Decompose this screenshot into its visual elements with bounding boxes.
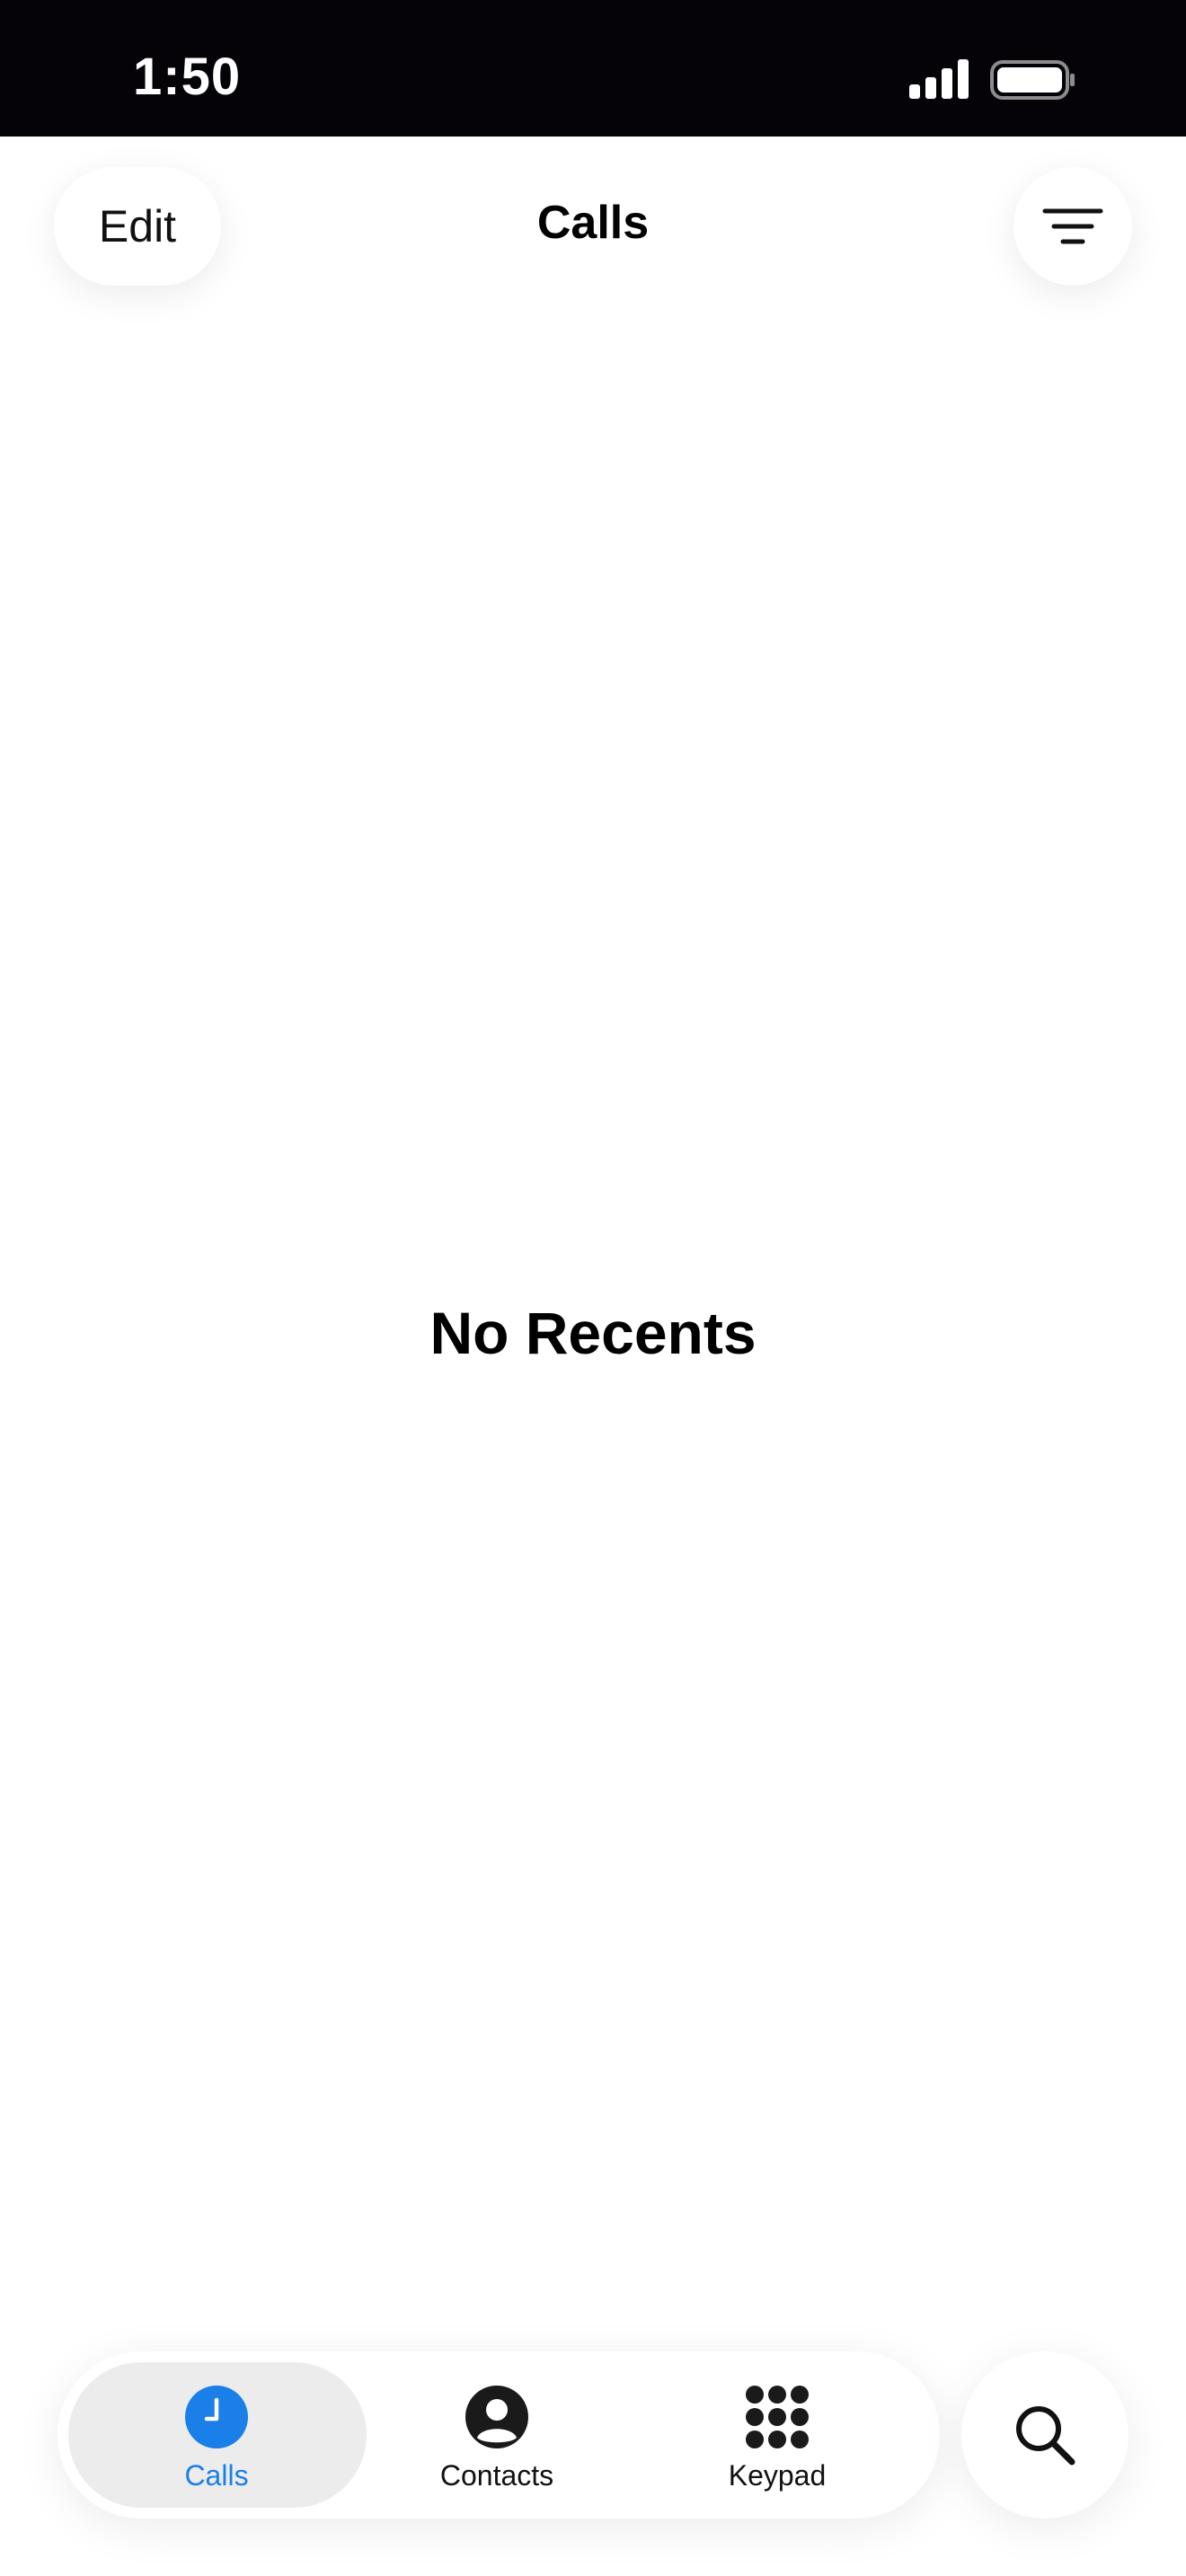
tab-bar: Calls Contacts Keypad: [58, 2351, 940, 2519]
tab-keypad[interactable]: Keypad: [638, 2351, 916, 2519]
status-time: 1:50: [133, 48, 242, 106]
tab-contacts[interactable]: Contacts: [358, 2351, 636, 2519]
battery-full-icon: [990, 60, 1075, 100]
tab-label: Contacts: [439, 2459, 554, 2492]
filter-button[interactable]: [1013, 167, 1132, 286]
tab-label: Calls: [184, 2459, 249, 2492]
page-title: Calls: [536, 197, 650, 249]
empty-state-message: No Recents: [429, 1300, 757, 1366]
search-button[interactable]: [961, 2351, 1128, 2519]
search-icon: [1016, 2406, 1075, 2466]
keypad-grid-icon: [746, 2386, 809, 2448]
clock-icon: [185, 2386, 248, 2448]
tab-calls[interactable]: Calls: [77, 2351, 356, 2519]
tab-label: Keypad: [728, 2459, 827, 2492]
person-circle-icon: [465, 2386, 528, 2448]
filter-lines-icon: [1042, 208, 1103, 244]
status-bar: 1:50: [0, 0, 1186, 137]
cellular-signal-icon: [909, 59, 969, 99]
